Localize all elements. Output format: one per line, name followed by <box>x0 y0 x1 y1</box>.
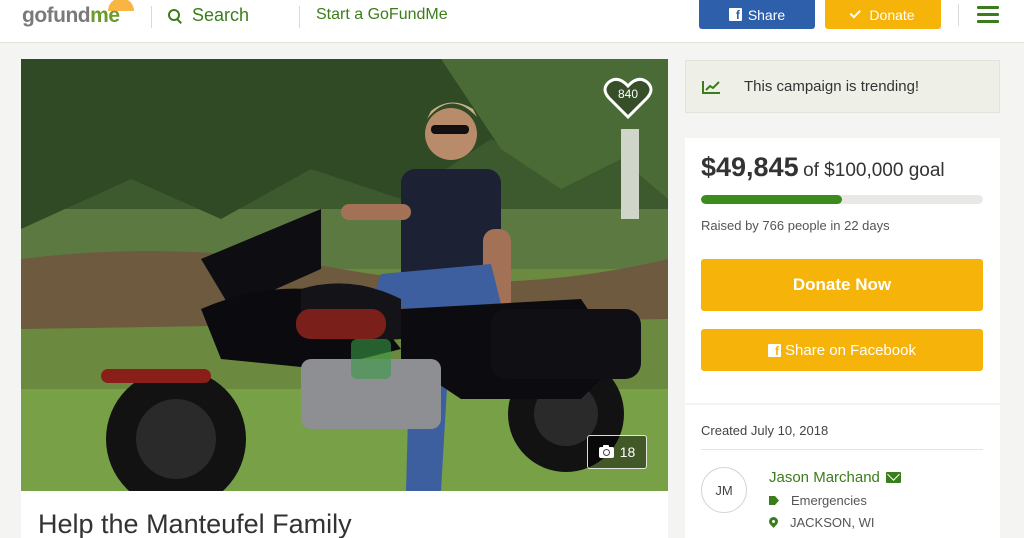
donation-card: $49,845 of $100,000 goal Raised by 766 p… <box>685 138 1000 403</box>
header-divider <box>958 4 959 26</box>
donate-label: Donate <box>869 6 915 23</box>
category-row[interactable]: Emergencies <box>769 493 867 508</box>
share-on-facebook-button[interactable]: f Share on Facebook <box>701 329 983 371</box>
organizer-name: Jason Marchand <box>769 469 880 486</box>
share-label: Share <box>747 6 786 23</box>
gofundme-logo[interactable]: gofundme <box>22 0 134 28</box>
heart-badge[interactable]: 840 <box>603 76 653 120</box>
logo-sun-icon <box>108 0 134 11</box>
search-button[interactable]: Search <box>168 5 249 26</box>
trending-banner: This campaign is trending! <box>685 60 1000 113</box>
donate-button[interactable]: Donate <box>825 0 941 29</box>
organizer-card: Created July 10, 2018 JM Jason Marchand … <box>685 405 1000 538</box>
facebook-icon: f <box>728 8 742 22</box>
search-label: Search <box>192 5 250 25</box>
trend-chart-icon <box>702 81 720 94</box>
goal-text: of $100,000 goal <box>803 160 945 181</box>
avatar: JM <box>701 467 747 513</box>
facebook-icon: f <box>768 343 782 358</box>
search-icon <box>168 8 182 23</box>
hamburger-icon[interactable] <box>977 6 999 24</box>
share-fb-label: Share on Facebook <box>785 341 916 359</box>
check-icon <box>850 6 862 19</box>
motorcycle-photo-illustration <box>21 59 668 491</box>
mail-icon[interactable] <box>885 472 901 483</box>
divider <box>701 449 983 450</box>
progress-bar <box>701 195 983 204</box>
raised-summary: Raised by 766 people in 22 days <box>701 218 890 233</box>
trending-text: This campaign is trending! <box>744 78 920 95</box>
amount-raised: $49,845 of $100,000 goal <box>701 152 945 183</box>
created-date: Created July 10, 2018 <box>701 423 829 438</box>
tag-icon <box>769 496 779 505</box>
progress-fill <box>701 195 842 204</box>
location-label: JACKSON, WI <box>790 515 875 530</box>
photo-gallery-button[interactable]: 18 <box>587 435 647 469</box>
start-gofundme-link[interactable]: Start a GoFundMe <box>316 6 448 24</box>
photo-count: 18 <box>619 444 636 460</box>
heart-count: 840 <box>617 87 639 101</box>
location-row: JACKSON, WI <box>769 515 875 530</box>
raised-amount: $49,845 <box>701 152 799 182</box>
organizer-link[interactable]: Jason Marchand <box>769 469 901 486</box>
location-pin-icon <box>769 517 778 529</box>
logo-text: gofund <box>22 4 91 27</box>
top-header: gofundme Search Start a GoFundMe f Share… <box>0 0 1024 43</box>
campaign-title: Help the Manteufel Family <box>38 509 352 538</box>
campaign-photo[interactable] <box>21 59 668 491</box>
camera-icon <box>598 444 614 458</box>
header-divider <box>151 6 152 28</box>
donate-now-button[interactable]: Donate Now <box>701 259 983 311</box>
category-label: Emergencies <box>791 493 867 508</box>
share-button[interactable]: f Share <box>699 0 815 29</box>
header-divider <box>299 6 300 28</box>
campaign-title-card: Help the Manteufel Family <box>21 491 668 538</box>
